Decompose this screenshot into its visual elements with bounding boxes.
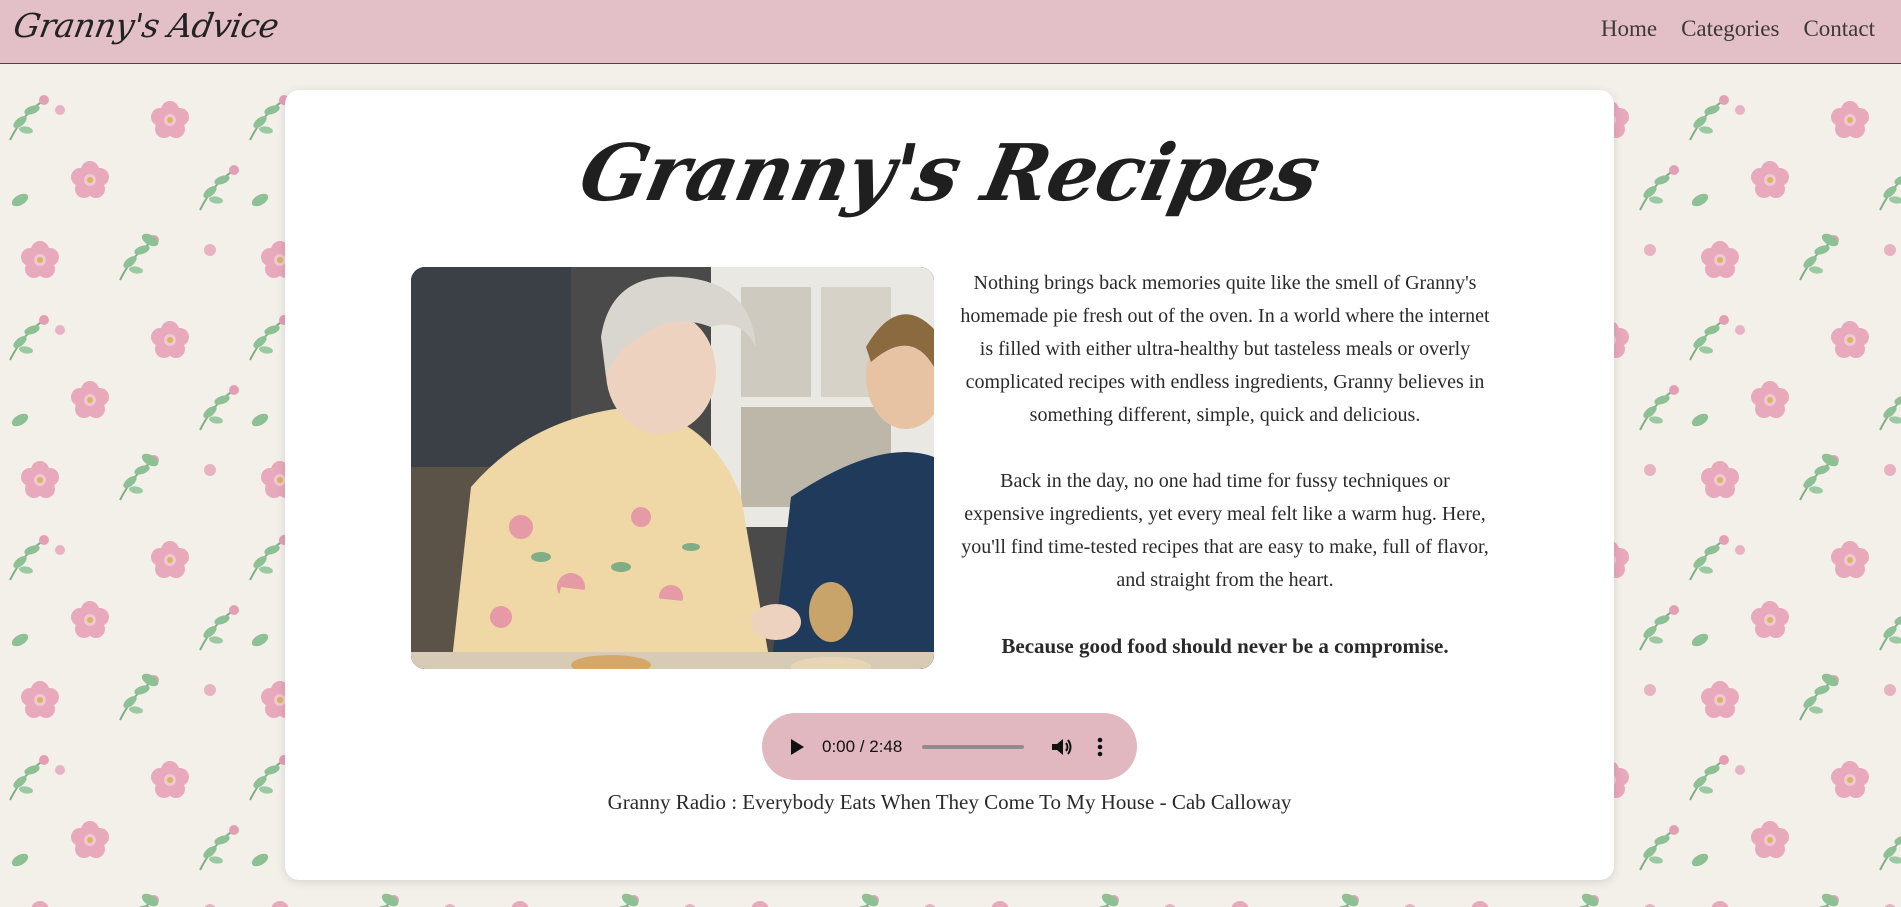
nav-link-categories[interactable]: Categories xyxy=(1681,16,1779,42)
audio-time: 0:00 / 2:48 xyxy=(822,736,903,756)
page-title: Granny's Recipes xyxy=(572,128,1327,219)
nav-link-home[interactable]: Home xyxy=(1601,16,1657,42)
content-card: Granny's Recipes Nothing brings back mem… xyxy=(285,90,1614,880)
nav-link-contact[interactable]: Contact xyxy=(1803,16,1875,42)
intro-paragraph-2: Back in the day, no one had time for fus… xyxy=(961,470,1489,591)
play-icon xyxy=(791,738,804,755)
granny-photo xyxy=(411,267,934,669)
top-navigation-bar: Granny's Advice Home Categories Contact xyxy=(0,0,1901,64)
main-nav: Home Categories Contact xyxy=(1601,16,1875,42)
play-button[interactable] xyxy=(784,734,810,760)
audio-seek-bar[interactable] xyxy=(922,744,1025,749)
intro-tagline: Because good food should never be a comp… xyxy=(1001,634,1449,658)
kebab-menu-icon xyxy=(1098,737,1103,756)
more-options-button[interactable] xyxy=(1092,735,1108,759)
site-brand-logo[interactable]: Granny's Advice xyxy=(11,6,282,45)
volume-icon xyxy=(1052,738,1072,755)
granny-peeling-potatoes-photo-icon xyxy=(411,267,934,669)
intro-text: Nothing brings back memories quite like … xyxy=(960,267,1490,696)
radio-caption: Granny Radio : Everybody Eats When They … xyxy=(607,790,1292,814)
volume-button[interactable] xyxy=(1050,735,1074,759)
intro-paragraph-1: Nothing brings back memories quite like … xyxy=(960,272,1490,426)
audio-player: 0:00 / 2:48 xyxy=(762,713,1137,780)
